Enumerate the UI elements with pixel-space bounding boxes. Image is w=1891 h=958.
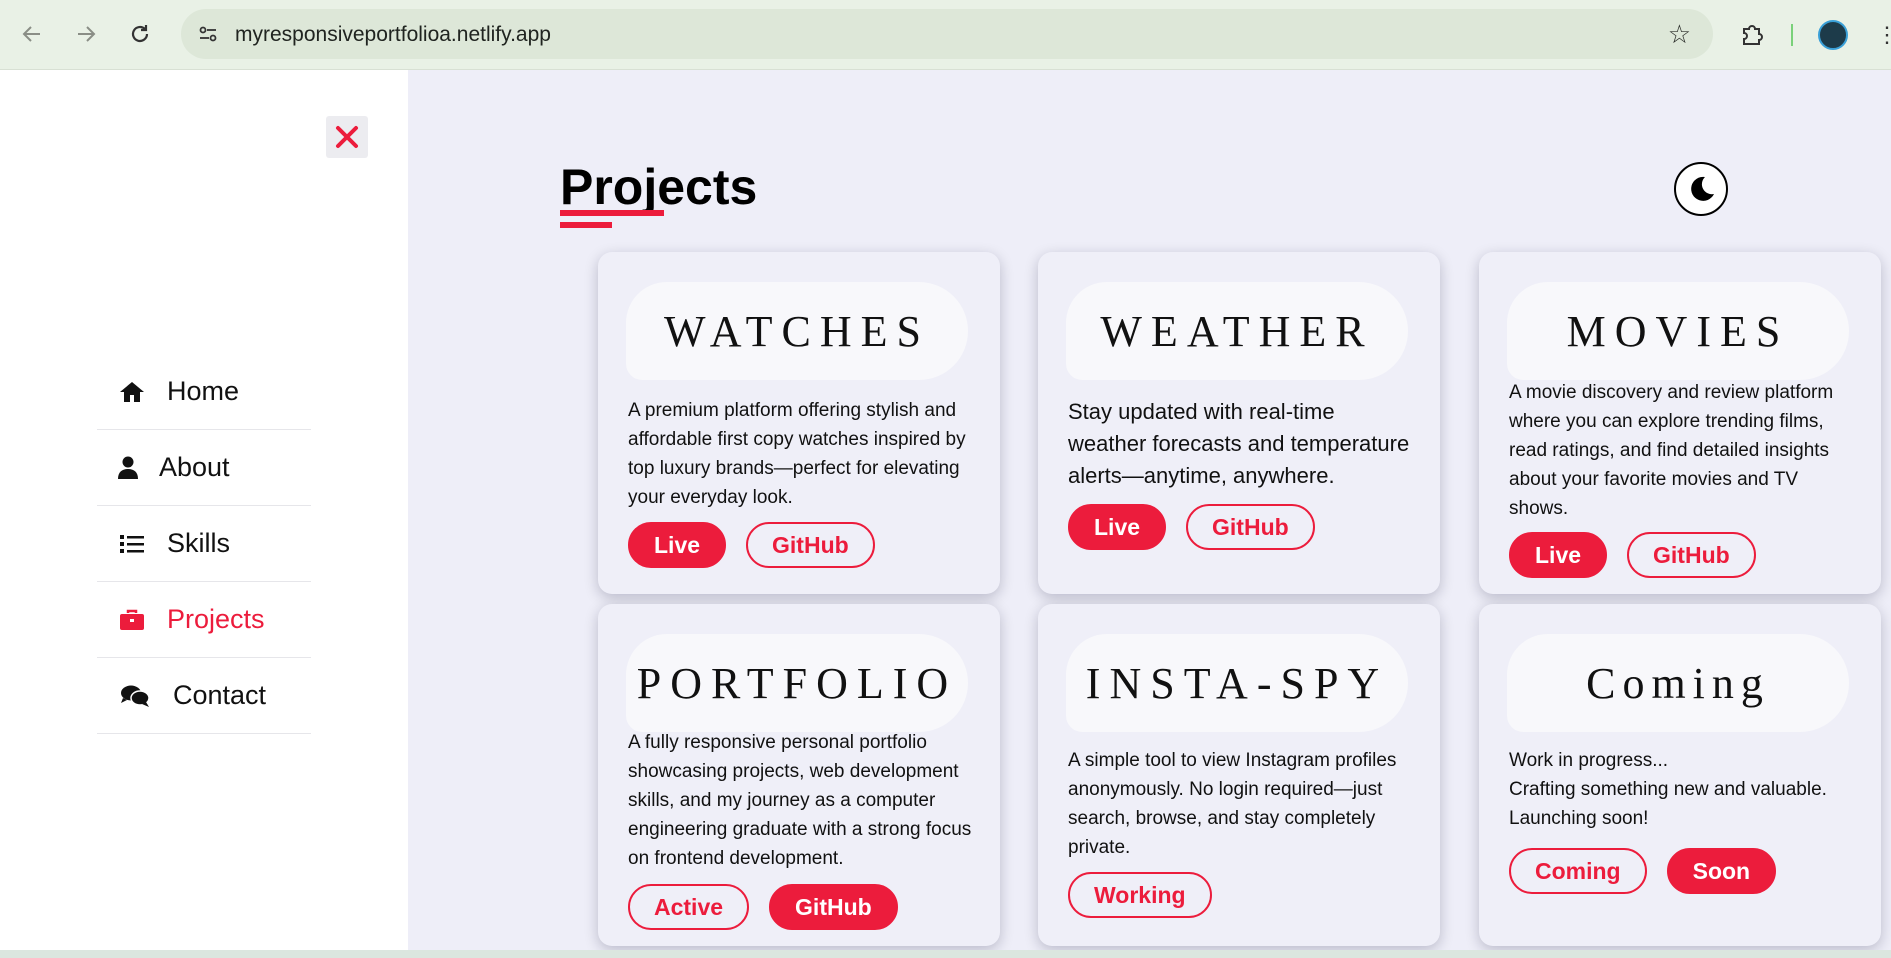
sidebar: Home About Skills Projects Contact	[0, 70, 408, 950]
card-title-box: PORTFOLIO	[626, 634, 968, 732]
main-content: Projects WATCHES A premium platform offe…	[408, 70, 1891, 950]
project-card-portfolio: PORTFOLIO A fully responsive personal po…	[598, 604, 1000, 946]
bookmark-star-icon[interactable]: ☆	[1668, 19, 1691, 50]
description-line: Crafting something new and valuable.	[1509, 779, 1827, 800]
sidebar-item-label: Projects	[167, 604, 265, 634]
forward-arrow-icon[interactable]	[70, 18, 102, 50]
project-card-watches: WATCHES A premium platform offering styl…	[598, 252, 1000, 594]
moon-icon	[1691, 176, 1714, 201]
card-description: Work in progress... Crafting something n…	[1509, 746, 1859, 833]
project-card-insta-spy: INSTA-SPY A simple tool to view Instagra…	[1038, 604, 1440, 946]
live-button[interactable]: Live	[1509, 532, 1608, 578]
close-icon	[336, 126, 358, 148]
card-description: A fully responsive personal portfolio sh…	[628, 732, 972, 869]
project-card-weather: WEATHER Stay updated with real-time weat…	[1038, 252, 1440, 594]
reload-icon[interactable]	[124, 18, 156, 50]
profile-avatar[interactable]	[1818, 20, 1848, 50]
sidebar-item-skills[interactable]: Skills	[97, 506, 311, 582]
briefcase-icon	[97, 609, 167, 631]
comments-icon	[97, 684, 173, 708]
description-line: Launching soon!	[1509, 808, 1649, 829]
coming-button[interactable]: Coming	[1509, 848, 1647, 894]
github-button[interactable]: GitHub	[1186, 504, 1315, 550]
card-title-box: MOVIES	[1507, 282, 1849, 380]
card-title: MOVIES	[1566, 306, 1790, 356]
card-title: Coming	[1586, 658, 1770, 708]
working-button[interactable]: Working	[1068, 872, 1212, 918]
sidebar-item-home[interactable]: Home	[97, 354, 311, 430]
sidebar-item-label: About	[159, 452, 230, 482]
project-card-coming: Coming Work in progress... Crafting some…	[1479, 604, 1881, 946]
theme-toggle-button[interactable]	[1674, 162, 1728, 216]
github-button[interactable]: GitHub	[1627, 532, 1756, 578]
browser-toolbar: myresponsiveportfolioa.netlify.app ☆ ⋮	[0, 0, 1891, 70]
taskbar-strip	[0, 950, 1891, 958]
project-card-movies: MOVIES A movie discovery and review plat…	[1479, 252, 1881, 594]
url-text[interactable]: myresponsiveportfolioa.netlify.app	[235, 23, 551, 47]
card-title: PORTFOLIO	[636, 658, 958, 708]
active-button[interactable]: Active	[628, 884, 750, 930]
card-title-box: WATCHES	[626, 282, 968, 380]
card-title: INSTA-SPY	[1085, 658, 1389, 708]
extensions-icon[interactable]	[1738, 20, 1766, 48]
card-description: A premium platform offering stylish and …	[628, 400, 966, 508]
sidebar-item-label: Skills	[167, 528, 231, 558]
address-bar[interactable]: myresponsiveportfolioa.netlify.app ☆	[181, 9, 1713, 59]
title-underline	[560, 210, 664, 216]
more-menu-icon[interactable]: ⋮	[1876, 22, 1891, 48]
github-button[interactable]: GitHub	[746, 522, 875, 568]
sidebar-nav: Home About Skills Projects Contact	[97, 354, 311, 734]
github-button[interactable]: GitHub	[769, 884, 898, 930]
card-title-box: Coming	[1507, 634, 1849, 732]
title-underline-short	[560, 222, 612, 228]
list-icon	[97, 534, 167, 554]
card-title-box: INSTA-SPY	[1066, 634, 1408, 732]
toolbar-divider	[1791, 24, 1793, 46]
card-description: A simple tool to view Instagram profiles…	[1068, 750, 1397, 858]
back-arrow-icon[interactable]	[16, 18, 48, 50]
sidebar-item-about[interactable]: About	[97, 430, 311, 506]
description-line: Work in progress...	[1509, 750, 1669, 771]
site-info-icon[interactable]	[195, 21, 221, 47]
card-title: WEATHER	[1100, 306, 1374, 356]
home-icon	[97, 380, 167, 404]
sidebar-item-label: Home	[167, 376, 240, 406]
sidebar-item-contact[interactable]: Contact	[97, 658, 311, 734]
card-description: Stay updated with real-time weather fore…	[1068, 399, 1410, 488]
page-title: Projects	[560, 159, 758, 215]
card-title: WATCHES	[664, 306, 930, 356]
soon-button[interactable]: Soon	[1666, 848, 1777, 894]
live-button[interactable]: Live	[628, 522, 727, 568]
live-button[interactable]: Live	[1068, 504, 1167, 550]
sidebar-item-projects[interactable]: Projects	[97, 582, 311, 658]
card-description: A movie discovery and review platform wh…	[1509, 382, 1834, 519]
close-menu-button[interactable]	[326, 116, 368, 158]
sidebar-item-label: Contact	[173, 680, 267, 710]
user-icon	[97, 456, 159, 480]
card-title-box: WEATHER	[1066, 282, 1408, 380]
